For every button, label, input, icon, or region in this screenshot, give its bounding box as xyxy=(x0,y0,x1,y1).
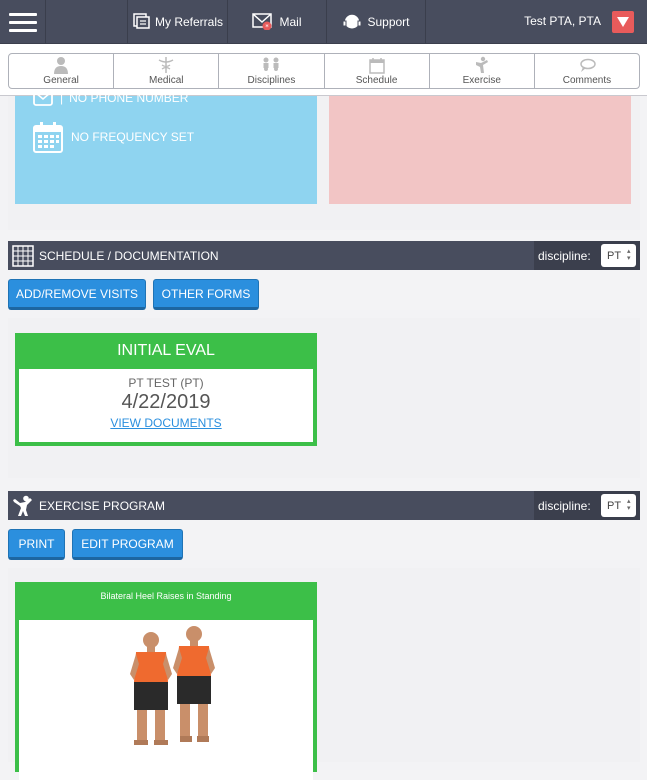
discipline-value: PT xyxy=(607,249,622,262)
tab-comments[interactable]: Comments xyxy=(535,54,639,88)
visit-card-body: PT TEST (PT) 4/22/2019 VIEW DOCUMENTS xyxy=(19,369,313,442)
user-menu-caret-icon[interactable] xyxy=(612,11,634,33)
view-documents-link[interactable]: VIEW DOCUMENTS xyxy=(110,416,221,430)
exercise-icon xyxy=(475,56,488,73)
tab-label: General xyxy=(43,75,79,86)
other-forms-button[interactable]: OTHER FORMS xyxy=(153,279,259,310)
phone-text: NO PHONE NUMBER xyxy=(69,91,189,105)
exercise-cards-panel: Bilateral Heel Raises in Standing xyxy=(8,568,640,780)
discipline-label: discipline: xyxy=(538,248,591,263)
my-referrals-link[interactable]: My Referrals xyxy=(127,0,227,44)
tab-label: Comments xyxy=(562,75,612,86)
visit-card: INITIAL EVAL PT TEST (PT) 4/22/2019 VIEW… xyxy=(15,333,317,446)
visit-card-title: INITIAL EVAL xyxy=(117,342,215,359)
exercise-card-title: Bilateral Heel Raises in Standing xyxy=(100,591,232,601)
tab-general[interactable]: General xyxy=(9,54,115,88)
tab-disciplines[interactable]: Disciplines xyxy=(219,54,325,88)
people-icon xyxy=(263,57,279,71)
add-remove-visits-button[interactable]: ADD/REMOVE VISITS xyxy=(8,279,146,310)
tab-medical[interactable]: Medical xyxy=(114,54,220,88)
calendar-icon xyxy=(368,58,385,74)
speech-bubble-icon xyxy=(580,58,596,72)
tab-label: Disciplines xyxy=(247,75,296,86)
contact-info-box: | NO PHONE NUMBER NO FREQUENCY SET xyxy=(15,90,317,204)
support-label: Support xyxy=(367,15,410,29)
svg-text:*: * xyxy=(266,23,270,30)
schedule-section-title: SCHEDULE / DOCUMENTATION xyxy=(39,248,219,263)
menu-line xyxy=(8,28,37,32)
exercise-discipline-filter: discipline: PT xyxy=(534,491,640,520)
exercise-section-header: EXERCISE PROGRAM discipline: PT xyxy=(8,491,640,520)
tab-group: General Medical Disciplines Schedule Exe… xyxy=(8,53,640,89)
discipline-label: discipline: xyxy=(538,498,591,513)
tab-label: Medical xyxy=(149,75,184,86)
schedule-discipline-filter: discipline: PT xyxy=(534,241,640,270)
figure-raised xyxy=(173,626,215,742)
frequency-row: NO FREQUENCY SET xyxy=(33,121,194,153)
mail-link[interactable]: * Mail xyxy=(227,0,326,44)
tab-label: Exercise xyxy=(462,75,501,86)
exercise-section-title: EXERCISE PROGRAM xyxy=(39,498,166,513)
referrals-icon xyxy=(132,12,150,32)
edit-program-button[interactable]: EDIT PROGRAM xyxy=(72,529,183,560)
top-nav-bar: My Referrals * Mail Support Test PTA, PT… xyxy=(0,0,647,44)
calendar-icon xyxy=(33,122,63,153)
visit-clinician: PT TEST (PT) xyxy=(128,376,204,390)
visit-date: 4/22/2019 xyxy=(121,391,211,413)
headset-icon xyxy=(342,12,362,33)
mail-label: Mail xyxy=(279,15,302,29)
caduceus-icon xyxy=(158,57,174,73)
schedule-section-header: SCHEDULE / DOCUMENTATION discipline: PT xyxy=(8,241,640,270)
separator: | xyxy=(60,91,64,105)
patient-info-panel: | NO PHONE NUMBER NO FREQUENCY SET xyxy=(8,90,640,230)
figure-front xyxy=(130,632,172,745)
alerts-box xyxy=(329,96,631,204)
tab-label: Schedule xyxy=(355,75,398,86)
exercise-illustration xyxy=(130,626,215,745)
frequency-text: NO FREQUENCY SET xyxy=(71,130,195,144)
discipline-value: PT xyxy=(607,499,622,512)
print-button[interactable]: PRINT xyxy=(8,529,65,560)
phone-icon xyxy=(33,90,53,106)
phone-row: | NO PHONE NUMBER xyxy=(33,90,188,106)
user-name[interactable]: Test PTA, PTA xyxy=(524,14,601,28)
my-referrals-label: My Referrals xyxy=(154,15,223,29)
patient-tab-bar: General Medical Disciplines Schedule Exe… xyxy=(0,44,647,96)
calendar-grid-icon xyxy=(11,244,35,268)
menu-line xyxy=(8,20,37,24)
exercise-card-body xyxy=(19,620,313,780)
person-icon xyxy=(54,57,69,74)
exercise-card[interactable]: Bilateral Heel Raises in Standing xyxy=(15,582,317,780)
exercise-icon xyxy=(11,494,35,518)
visit-cards-panel: INITIAL EVAL PT TEST (PT) 4/22/2019 VIEW… xyxy=(8,318,640,478)
discipline-select[interactable]: PT xyxy=(601,244,636,267)
hamburger-menu-button[interactable] xyxy=(0,0,46,44)
support-link[interactable]: Support xyxy=(326,0,426,44)
tab-exercise[interactable]: Exercise xyxy=(430,54,535,88)
tab-schedule[interactable]: Schedule xyxy=(325,54,430,88)
mail-icon: * xyxy=(252,12,274,33)
menu-line xyxy=(8,12,37,16)
discipline-select[interactable]: PT xyxy=(601,494,636,517)
